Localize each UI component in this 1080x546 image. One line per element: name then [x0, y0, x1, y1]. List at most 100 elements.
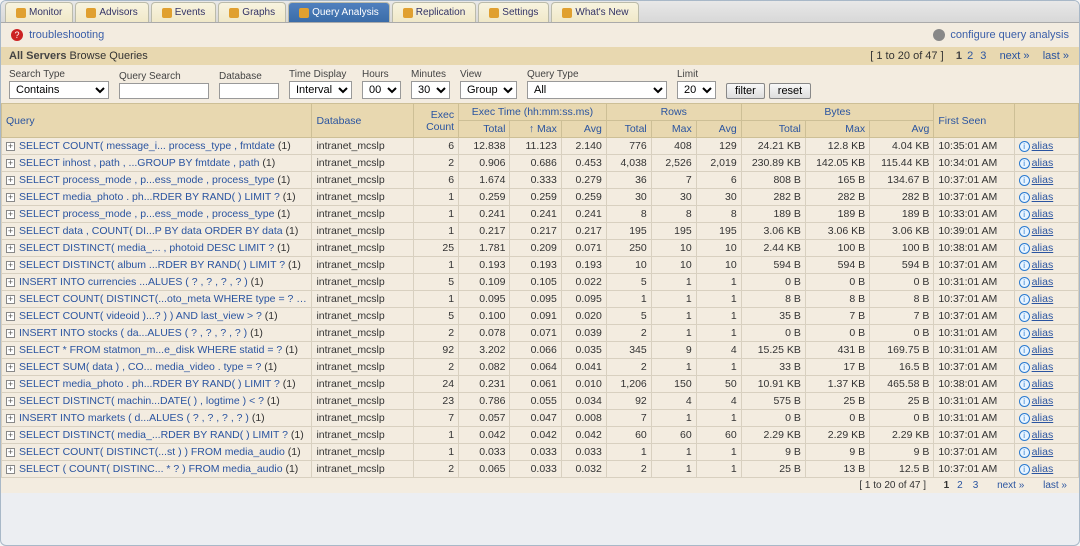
view-select[interactable]: Group	[460, 81, 517, 99]
alias-cell[interactable]: ialias	[1014, 393, 1078, 410]
page-1[interactable]: 1	[956, 50, 962, 62]
info-icon[interactable]: i	[1019, 226, 1030, 237]
col-b-max[interactable]: Max	[805, 121, 869, 138]
col-et-avg[interactable]: Avg	[561, 121, 606, 138]
info-icon[interactable]: i	[1019, 362, 1030, 373]
query-cell[interactable]: +SELECT DISTINCT( media_...RDER BY RAND(…	[2, 427, 312, 444]
col-b-avg[interactable]: Avg	[870, 121, 934, 138]
info-icon[interactable]: i	[1019, 379, 1030, 390]
col-r-total[interactable]: Total	[606, 121, 651, 138]
alias-link[interactable]: alias	[1032, 276, 1054, 288]
query-cell[interactable]: +INSERT INTO currencies ...ALUES ( ? , ?…	[2, 274, 312, 291]
expand-icon[interactable]: +	[6, 193, 15, 202]
expand-icon[interactable]: +	[6, 261, 15, 270]
alias-cell[interactable]: ialias	[1014, 291, 1078, 308]
col-exec-count[interactable]: Exec Count	[414, 104, 459, 138]
configure-link[interactable]: configure query analysis	[950, 29, 1069, 41]
info-icon[interactable]: i	[1019, 430, 1030, 441]
alias-cell[interactable]: ialias	[1014, 138, 1078, 155]
col-et-total[interactable]: Total	[459, 121, 510, 138]
minutes-select[interactable]: 30	[411, 81, 450, 99]
alias-link[interactable]: alias	[1032, 344, 1054, 356]
query-cell[interactable]: +SELECT DISTINCT( machin...DATE( ) , log…	[2, 393, 312, 410]
expand-icon[interactable]: +	[6, 397, 15, 406]
query-cell[interactable]: +SELECT media_photo . ph...RDER BY RAND(…	[2, 189, 312, 206]
query-search-input[interactable]	[119, 83, 209, 99]
alias-cell[interactable]: ialias	[1014, 155, 1078, 172]
query-cell[interactable]: +SELECT COUNT( videoid )...? ) ) AND las…	[2, 308, 312, 325]
query-type-select[interactable]: All	[527, 81, 667, 99]
expand-icon[interactable]: +	[6, 346, 15, 355]
expand-icon[interactable]: +	[6, 380, 15, 389]
query-cell[interactable]: +SELECT SUM( data ) , CO... media_video …	[2, 359, 312, 376]
alias-cell[interactable]: ialias	[1014, 189, 1078, 206]
page-2-bottom[interactable]: 2	[957, 480, 963, 491]
expand-icon[interactable]: +	[6, 142, 15, 151]
alias-link[interactable]: alias	[1032, 293, 1054, 305]
alias-cell[interactable]: ialias	[1014, 342, 1078, 359]
alias-cell[interactable]: ialias	[1014, 274, 1078, 291]
tab-graphs[interactable]: Graphs	[218, 2, 286, 22]
info-icon[interactable]: i	[1019, 464, 1030, 475]
alias-link[interactable]: alias	[1032, 327, 1054, 339]
query-cell[interactable]: +INSERT INTO markets ( d...ALUES ( ? , ?…	[2, 410, 312, 427]
col-et-max[interactable]: ↑ Max	[510, 121, 561, 138]
info-icon[interactable]: i	[1019, 209, 1030, 220]
page-1-bottom[interactable]: 1	[944, 480, 950, 491]
query-cell[interactable]: +SELECT COUNT( DISTINCT(...oto_meta WHER…	[2, 291, 312, 308]
hours-select[interactable]: 00	[362, 81, 401, 99]
alias-link[interactable]: alias	[1032, 395, 1054, 407]
info-icon[interactable]: i	[1019, 158, 1030, 169]
alias-cell[interactable]: ialias	[1014, 240, 1078, 257]
page-3[interactable]: 3	[980, 50, 986, 62]
info-icon[interactable]: i	[1019, 294, 1030, 305]
alias-cell[interactable]: ialias	[1014, 223, 1078, 240]
expand-icon[interactable]: +	[6, 363, 15, 372]
alias-link[interactable]: alias	[1032, 378, 1054, 390]
reset-button[interactable]: reset	[769, 83, 811, 99]
alias-link[interactable]: alias	[1032, 157, 1054, 169]
query-cell[interactable]: +SELECT * FROM statmon_m...e_disk WHERE …	[2, 342, 312, 359]
info-icon[interactable]: i	[1019, 447, 1030, 458]
info-icon[interactable]: i	[1019, 413, 1030, 424]
database-input[interactable]	[219, 83, 279, 99]
expand-icon[interactable]: +	[6, 431, 15, 440]
expand-icon[interactable]: +	[6, 312, 15, 321]
last-page[interactable]: last »	[1043, 50, 1069, 62]
troubleshooting-link[interactable]: troubleshooting	[29, 29, 104, 41]
filter-button[interactable]: filter	[726, 83, 765, 99]
expand-icon[interactable]: +	[6, 278, 15, 287]
info-icon[interactable]: i	[1019, 141, 1030, 152]
info-icon[interactable]: i	[1019, 345, 1030, 356]
col-query[interactable]: Query	[2, 104, 312, 138]
alias-cell[interactable]: ialias	[1014, 410, 1078, 427]
info-icon[interactable]: i	[1019, 192, 1030, 203]
alias-cell[interactable]: ialias	[1014, 308, 1078, 325]
alias-cell[interactable]: ialias	[1014, 444, 1078, 461]
expand-icon[interactable]: +	[6, 465, 15, 474]
col-r-max[interactable]: Max	[651, 121, 696, 138]
expand-icon[interactable]: +	[6, 414, 15, 423]
tab-monitor[interactable]: Monitor	[5, 2, 73, 22]
query-cell[interactable]: +SELECT data , COUNT( DI...P BY data ORD…	[2, 223, 312, 240]
alias-cell[interactable]: ialias	[1014, 359, 1078, 376]
expand-icon[interactable]: +	[6, 176, 15, 185]
info-icon[interactable]: i	[1019, 328, 1030, 339]
alias-link[interactable]: alias	[1032, 225, 1054, 237]
query-cell[interactable]: +SELECT DISTINCT( album ...RDER BY RAND(…	[2, 257, 312, 274]
alias-cell[interactable]: ialias	[1014, 257, 1078, 274]
expand-icon[interactable]: +	[6, 210, 15, 219]
page-2[interactable]: 2	[967, 50, 973, 62]
expand-icon[interactable]: +	[6, 159, 15, 168]
info-icon[interactable]: i	[1019, 260, 1030, 271]
query-cell[interactable]: +SELECT process_mode , p...ess_mode , pr…	[2, 172, 312, 189]
expand-icon[interactable]: +	[6, 329, 15, 338]
alias-link[interactable]: alias	[1032, 361, 1054, 373]
alias-cell[interactable]: ialias	[1014, 427, 1078, 444]
time-display-select[interactable]: Interval	[289, 81, 352, 99]
query-cell[interactable]: +SELECT process_mode , p...ess_mode , pr…	[2, 206, 312, 223]
tab-replication[interactable]: Replication	[392, 2, 476, 22]
info-icon[interactable]: i	[1019, 396, 1030, 407]
alias-link[interactable]: alias	[1032, 208, 1054, 220]
expand-icon[interactable]: +	[6, 244, 15, 253]
